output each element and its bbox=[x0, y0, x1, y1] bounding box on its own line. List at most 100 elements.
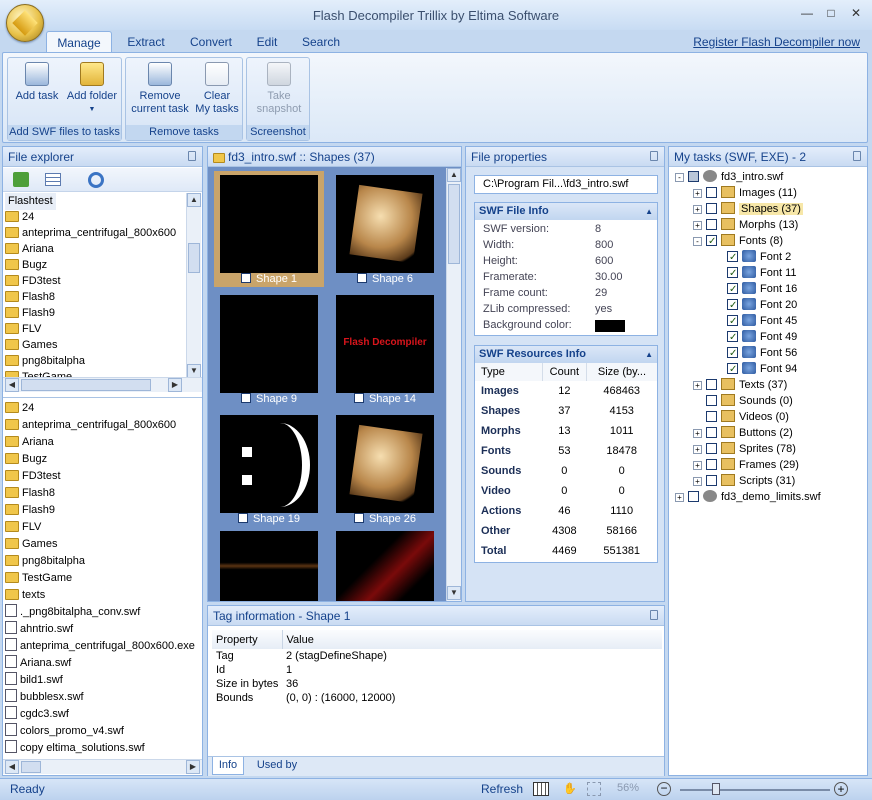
expand-icon[interactable]: + bbox=[693, 461, 702, 470]
folder-item[interactable]: Flash8 bbox=[5, 289, 55, 306]
shape-checkbox[interactable] bbox=[241, 393, 251, 403]
task-checkbox[interactable] bbox=[688, 171, 699, 182]
shape-checkbox[interactable] bbox=[241, 273, 251, 283]
shape-preview-partial[interactable] bbox=[336, 531, 434, 601]
folder-tree-hscrollbar[interactable]: ◀ ▶ bbox=[3, 377, 202, 392]
tag-info-row[interactable]: Id 1 bbox=[212, 663, 662, 677]
shape-thumbnail[interactable]: Shape 1 bbox=[214, 171, 324, 287]
tab-convert[interactable]: Convert bbox=[180, 31, 242, 53]
shape-checkbox[interactable] bbox=[353, 513, 364, 523]
file-list-item[interactable]: ._png8bitalpha_conv.swf bbox=[5, 604, 140, 621]
scroll-right-icon[interactable]: ▶ bbox=[168, 378, 182, 392]
tree-root-flashtest[interactable]: Flashtest bbox=[5, 193, 56, 210]
scroll-thumb[interactable] bbox=[188, 243, 200, 273]
folder-item[interactable]: FLV bbox=[5, 321, 41, 338]
folder-item[interactable]: Ariana bbox=[5, 241, 54, 258]
resource-row[interactable]: Total 4469 551381 bbox=[475, 541, 657, 561]
folder-list-item[interactable]: png8bitalpha bbox=[5, 553, 85, 570]
props-pin-icon[interactable] bbox=[650, 151, 658, 161]
font-node[interactable]: Font 16 bbox=[727, 281, 797, 298]
tag-info-row[interactable]: Size in bytes 36 bbox=[212, 677, 662, 691]
shape-checkbox[interactable] bbox=[237, 513, 248, 523]
file-list-item[interactable]: Ariana.swf bbox=[5, 655, 71, 672]
folder-list-item[interactable]: Games bbox=[5, 536, 57, 553]
list-scroll-left-icon[interactable]: ◀ bbox=[5, 760, 19, 774]
shapes-scroll-down-icon[interactable]: ▼ bbox=[447, 586, 461, 600]
task-root[interactable]: - fd3_intro.swf bbox=[675, 169, 783, 186]
shapes-scroll-up-icon[interactable]: ▲ bbox=[447, 168, 461, 182]
task-node[interactable]: + Shapes (37) bbox=[693, 201, 803, 218]
task-checkbox[interactable] bbox=[688, 491, 699, 502]
tag-pin-icon[interactable] bbox=[650, 610, 658, 620]
task-checkbox[interactable] bbox=[706, 443, 717, 454]
font-node[interactable]: Font 11 bbox=[727, 265, 797, 282]
swf-file-info-header[interactable]: SWF File Info ▲ bbox=[475, 203, 657, 220]
folder-list-item[interactable]: Bugz bbox=[5, 451, 47, 468]
tasks-pin-icon[interactable] bbox=[853, 151, 861, 161]
task-node[interactable]: + Buttons (2) bbox=[693, 425, 793, 442]
expand-icon[interactable]: + bbox=[675, 493, 684, 502]
close-icon[interactable]: ✕ bbox=[845, 6, 867, 24]
task-node[interactable]: Sounds (0) bbox=[693, 393, 793, 410]
clear-my-tasks-button[interactable]: Clear My tasks bbox=[192, 62, 242, 116]
file-list-item[interactable]: cgdc3.swf bbox=[5, 706, 69, 723]
pin-icon[interactable] bbox=[188, 151, 196, 161]
task-checkbox[interactable] bbox=[706, 459, 717, 470]
folder-list-item[interactable]: FD3test bbox=[5, 468, 61, 485]
col-count[interactable]: Count bbox=[542, 363, 587, 381]
add-folder-button[interactable]: Add folder ▼ bbox=[64, 62, 120, 116]
minimize-icon[interactable]: — bbox=[796, 6, 818, 24]
shapes-scroll-thumb[interactable] bbox=[448, 184, 460, 264]
resource-row[interactable]: Shapes 37 4153 bbox=[475, 401, 657, 421]
tab-used-by[interactable]: Used by bbox=[254, 757, 300, 775]
scroll-down-icon[interactable]: ▼ bbox=[187, 364, 201, 378]
col-property[interactable]: Property bbox=[212, 630, 283, 649]
shape-checkbox[interactable] bbox=[353, 393, 364, 403]
zoom-in-icon[interactable]: + bbox=[834, 782, 848, 796]
task-node[interactable]: + Images (11) bbox=[693, 185, 797, 202]
add-task-button[interactable]: Add task bbox=[12, 62, 62, 103]
folder-item[interactable]: anteprima_centrifugal_800x600 bbox=[5, 225, 176, 242]
zoom-slider-thumb[interactable] bbox=[712, 783, 720, 795]
shape-thumbnail[interactable]: Flash Decompiler Shape 14 bbox=[330, 291, 440, 407]
expand-icon[interactable]: - bbox=[693, 237, 702, 246]
collapse-icon[interactable]: ▲ bbox=[645, 203, 653, 220]
folder-list-item[interactable]: 24 bbox=[5, 400, 34, 417]
folder-list-item[interactable]: TestGame bbox=[5, 570, 72, 587]
file-list-item[interactable]: bild1.swf bbox=[5, 672, 63, 689]
shape-thumbnail[interactable]: Shape 26 bbox=[330, 411, 440, 527]
task-checkbox[interactable] bbox=[706, 379, 717, 390]
res-collapse-icon[interactable]: ▲ bbox=[645, 346, 653, 363]
font-node[interactable]: Font 94 bbox=[727, 361, 797, 378]
resource-row[interactable]: Images 12 468463 bbox=[475, 381, 657, 401]
remove-current-task-button[interactable]: Remove current task bbox=[128, 62, 192, 116]
task-checkbox[interactable] bbox=[706, 187, 717, 198]
folder-item[interactable]: FD3test bbox=[5, 273, 61, 290]
font-node[interactable]: Font 45 bbox=[727, 313, 797, 330]
folder-item[interactable]: png8bitalpha bbox=[5, 353, 85, 370]
tag-info-row[interactable]: Bounds (0, 0) : (16000, 12000) bbox=[212, 691, 662, 705]
task-checkbox[interactable] bbox=[706, 427, 717, 438]
collapse-icon[interactable]: - bbox=[675, 173, 684, 182]
register-link[interactable]: Register Flash Decompiler now bbox=[693, 35, 860, 49]
thumbnail-view-icon[interactable] bbox=[533, 782, 549, 796]
task-node[interactable]: + Frames (29) bbox=[693, 457, 799, 474]
tab-edit[interactable]: Edit bbox=[246, 31, 288, 53]
resource-row[interactable]: Video 0 0 bbox=[475, 481, 657, 501]
font-node[interactable]: Font 20 bbox=[727, 297, 797, 314]
shape-thumbnail[interactable]: Shape 9 bbox=[214, 291, 324, 407]
task-node[interactable]: Videos (0) bbox=[693, 409, 789, 426]
folder-item[interactable]: Flash9 bbox=[5, 305, 55, 322]
font-node[interactable]: Font 56 bbox=[727, 345, 797, 362]
shape-checkbox[interactable] bbox=[357, 273, 367, 283]
fit-icon[interactable] bbox=[587, 782, 601, 796]
task-root-2[interactable]: + fd3_demo_limits.swf bbox=[675, 489, 821, 506]
font-checkbox[interactable] bbox=[727, 345, 738, 362]
tab-manage[interactable]: Manage bbox=[46, 31, 112, 53]
task-checkbox[interactable] bbox=[706, 411, 717, 422]
task-checkbox[interactable] bbox=[706, 203, 717, 214]
shapes-scrollbar[interactable]: ▲ ▼ bbox=[446, 168, 461, 601]
folder-list-item[interactable]: FLV bbox=[5, 519, 41, 536]
zoom-slider[interactable] bbox=[680, 789, 830, 791]
expand-icon[interactable]: + bbox=[693, 205, 702, 214]
